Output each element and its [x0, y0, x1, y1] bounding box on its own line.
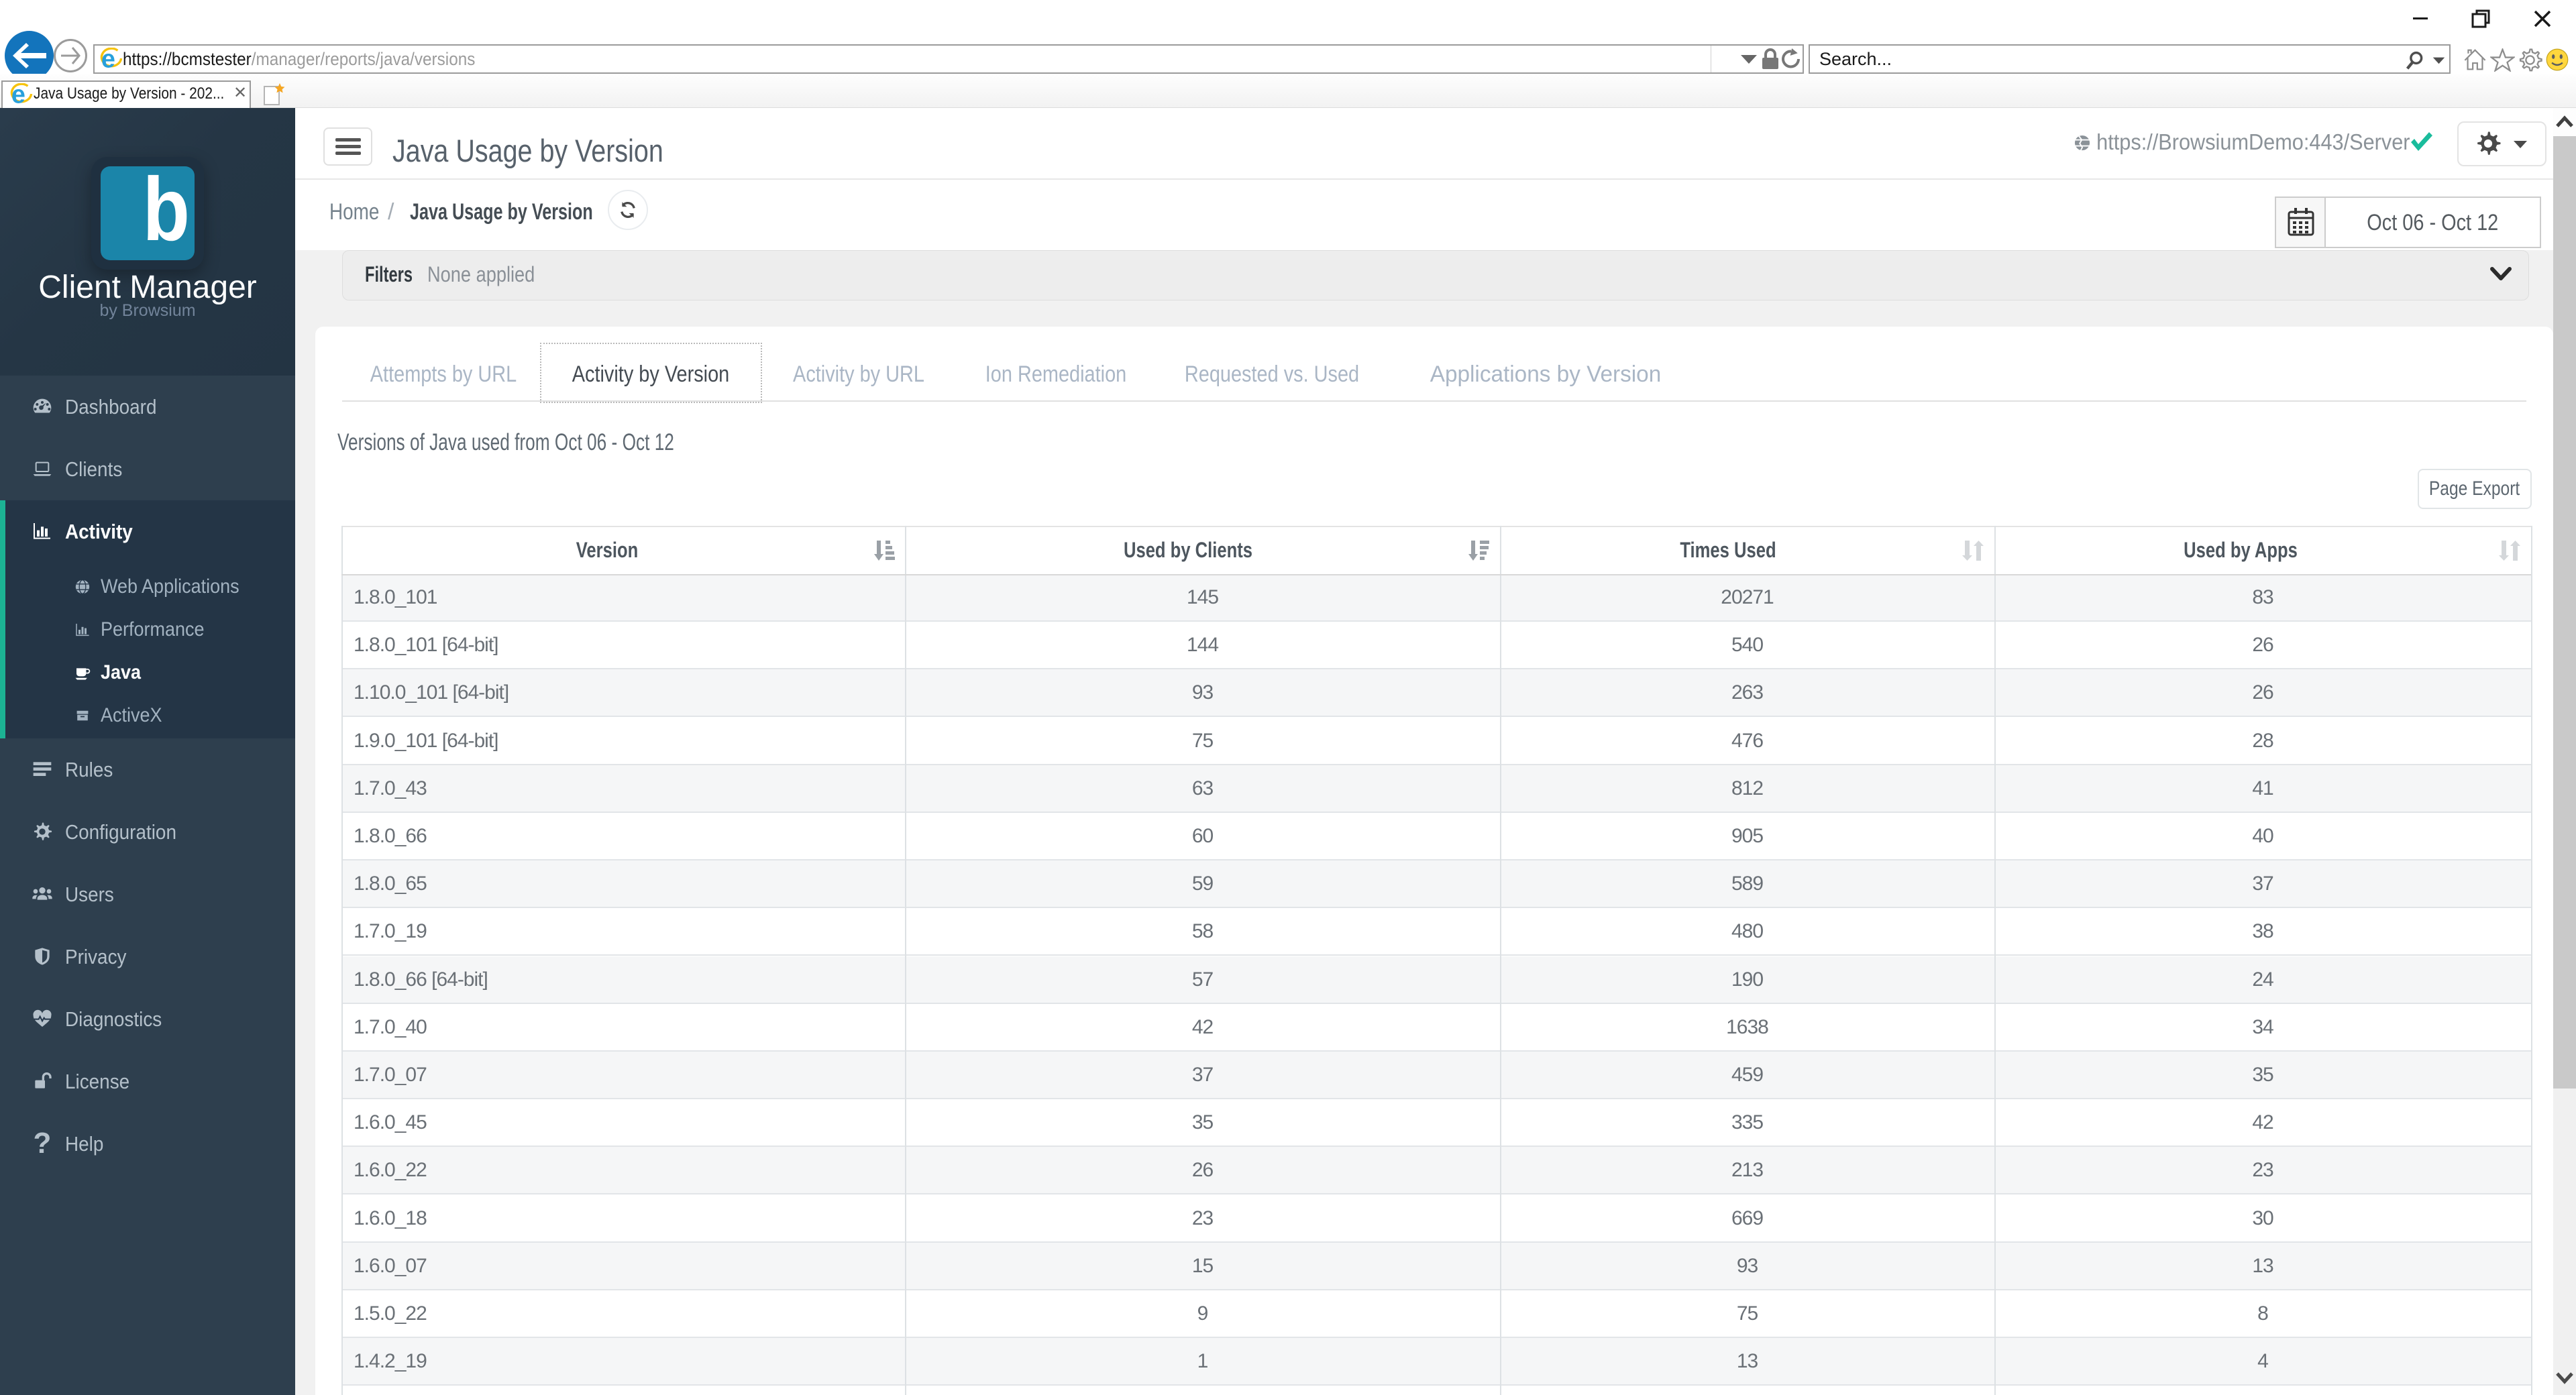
svg-text:e: e — [11, 83, 25, 106]
svg-text:e: e — [101, 48, 115, 70]
